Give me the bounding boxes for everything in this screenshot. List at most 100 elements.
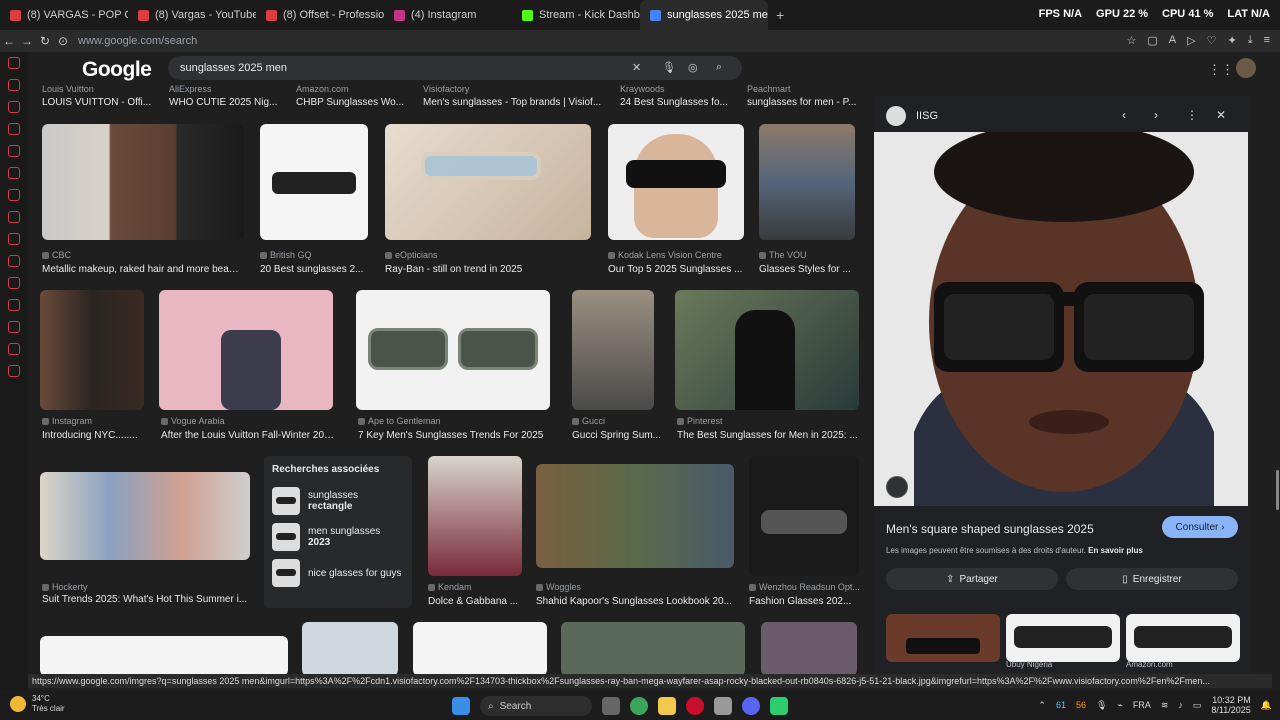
microphone-icon[interactable]: 🎙 <box>1096 700 1107 711</box>
result-image[interactable] <box>759 124 855 240</box>
url-field[interactable]: www.google.com/search <box>78 35 197 47</box>
tab-3[interactable]: (8) Offset - Professional <box>256 0 384 30</box>
app-icon[interactable] <box>714 697 732 715</box>
sidebar-icon-12[interactable] <box>8 299 20 311</box>
result-image[interactable] <box>40 472 250 560</box>
bookmark-icon[interactable]: ☆ <box>1127 34 1137 47</box>
result-image[interactable] <box>159 290 333 410</box>
top-result-3[interactable]: Amazon.com CHBP Sunglasses Wo... <box>296 84 404 108</box>
app-icon[interactable] <box>770 697 788 715</box>
result-image[interactable] <box>536 464 734 568</box>
language-indicator[interactable]: FRA <box>1133 700 1151 710</box>
file-explorer-icon[interactable] <box>658 697 676 715</box>
result-image[interactable] <box>675 290 859 410</box>
more-icon[interactable]: ⋮ <box>1186 108 1198 122</box>
similar-image-2[interactable] <box>1006 614 1120 662</box>
sidebar-icon-4[interactable] <box>8 123 20 135</box>
extensions-icon[interactable]: ✦ <box>1227 34 1236 47</box>
similar-image-1[interactable] <box>886 614 1000 662</box>
xbox-icon[interactable] <box>630 697 648 715</box>
microphone-icon[interactable]: 🎙 <box>662 61 676 74</box>
sidebar-icon-15[interactable] <box>8 365 20 377</box>
tab-5[interactable]: Stream - Kick Dashbo <box>512 0 640 30</box>
site-info-icon[interactable]: ⊙ <box>54 34 72 48</box>
result-image[interactable] <box>608 124 744 240</box>
wifi-icon[interactable]: ≋ <box>1161 700 1169 711</box>
search-box[interactable]: sunglasses 2025 men ✕ 🎙 ◎ ⌕ <box>168 56 742 80</box>
tab-2[interactable]: (8) Vargas - YouTube <box>128 0 256 30</box>
scrollbar[interactable] <box>1276 470 1279 510</box>
sidebar-icon-11[interactable] <box>8 277 20 289</box>
google-logo[interactable]: Google <box>82 58 152 82</box>
sidebar-icon-3[interactable] <box>8 101 20 113</box>
sidebar-icon-7[interactable] <box>8 189 20 201</box>
preview-title[interactable]: Men's square shaped sunglasses 2025 <box>886 522 1094 536</box>
top-result-5[interactable]: Kraywoods 24 Best Sunglasses fo... <box>620 84 728 108</box>
panel-source[interactable]: IISG <box>886 106 938 126</box>
result-image[interactable] <box>761 622 857 674</box>
forward-icon[interactable]: → <box>18 34 36 48</box>
result-image[interactable] <box>302 622 398 674</box>
lens-search-icon[interactable] <box>886 476 908 498</box>
notification-icon[interactable]: 🔔 <box>1261 700 1272 711</box>
screenshot-icon[interactable]: ▢ <box>1147 34 1157 47</box>
opera-gx-icon[interactable] <box>686 697 704 715</box>
back-icon[interactable]: ← <box>0 34 18 48</box>
sidebar-icon-8[interactable] <box>8 211 20 223</box>
tray-badge-2[interactable]: 56 <box>1076 700 1086 710</box>
sidebar-icon-9[interactable] <box>8 233 20 245</box>
share-button[interactable]: ⇪ Partager <box>886 568 1058 590</box>
sidebar-icon-13[interactable] <box>8 321 20 333</box>
task-view-icon[interactable] <box>602 697 620 715</box>
discord-icon[interactable] <box>742 697 760 715</box>
previous-icon[interactable]: ‹ <box>1122 108 1126 122</box>
clear-icon[interactable]: ✕ <box>632 61 641 74</box>
top-result-1[interactable]: Louis Vuitton LOUIS VUITTON - Offi... <box>42 84 151 108</box>
result-image[interactable] <box>42 124 244 240</box>
result-image[interactable] <box>40 290 144 410</box>
top-result-4[interactable]: Visiofactory Men's sunglasses - Top brand… <box>423 84 601 108</box>
sidebar-icon-6[interactable] <box>8 167 20 179</box>
result-image[interactable] <box>385 124 591 240</box>
search-icon[interactable]: ⌕ <box>716 61 722 74</box>
preview-image[interactable] <box>874 132 1248 506</box>
save-button[interactable]: ▯ Enregistrer <box>1066 568 1238 590</box>
top-result-2[interactable]: AliExpress WHO CUTIE 2025 Nig... <box>169 84 277 108</box>
network-icon[interactable]: ⌁ <box>1117 700 1122 711</box>
result-image[interactable] <box>428 456 522 576</box>
result-image[interactable] <box>356 290 550 410</box>
play-icon[interactable]: ▷ <box>1187 34 1195 47</box>
similar-image-3[interactable] <box>1126 614 1240 662</box>
lens-icon[interactable]: ◎ <box>688 61 698 74</box>
related-item-rectangle[interactable]: sunglasses rectangle <box>272 483 404 519</box>
result-image[interactable] <box>749 456 859 576</box>
next-icon[interactable]: › <box>1154 108 1158 122</box>
download-icon[interactable]: ⤓ <box>1248 34 1253 47</box>
taskbar-search[interactable]: ⌕ Search <box>480 696 592 716</box>
result-image[interactable] <box>260 124 368 240</box>
result-image[interactable] <box>40 636 288 674</box>
close-icon[interactable]: ✕ <box>1216 108 1226 122</box>
tab-4[interactable]: (4) Instagram <box>384 0 512 30</box>
sidebar-icon-14[interactable] <box>8 343 20 355</box>
start-icon[interactable] <box>452 697 470 715</box>
clock[interactable]: 10:32 PM 8/11/2025 <box>1211 695 1250 715</box>
related-item-2023[interactable]: men sunglasses 2023 <box>272 519 404 555</box>
top-result-6[interactable]: Peachmart sunglasses for men - P... <box>747 84 856 108</box>
sidebar-icon-5[interactable] <box>8 145 20 157</box>
tab-1[interactable]: (8) VARGAS - POP OUT # <box>0 0 128 30</box>
related-item-nice-glasses[interactable]: nice glasses for guys <box>272 555 404 591</box>
result-image[interactable] <box>413 622 547 674</box>
sidebar-icon-2[interactable] <box>8 79 20 91</box>
result-image[interactable] <box>561 622 745 674</box>
weather-widget[interactable]: 34°C Très clair <box>6 694 65 714</box>
learn-more-link[interactable]: En savoir plus <box>1088 546 1143 555</box>
search-query[interactable]: sunglasses 2025 men <box>180 62 287 74</box>
apps-grid-icon[interactable]: ⋮⋮ <box>1208 62 1234 78</box>
consult-button[interactable]: Consulter › <box>1162 516 1238 538</box>
result-image[interactable] <box>572 290 654 410</box>
translate-icon[interactable]: A <box>1169 34 1176 47</box>
heart-icon[interactable]: ♡ <box>1207 34 1217 47</box>
menu-icon[interactable]: ≡ <box>1264 34 1270 47</box>
tray-badge-1[interactable]: 61 <box>1056 700 1066 710</box>
